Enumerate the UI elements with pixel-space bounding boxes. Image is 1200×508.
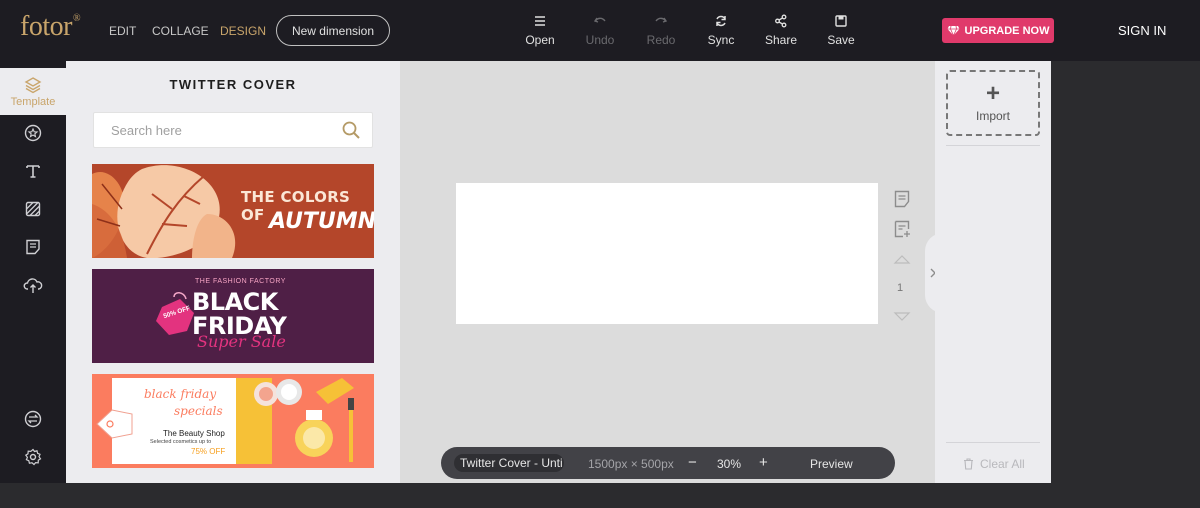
share-button[interactable]: Share: [757, 14, 805, 47]
beauty-off: 75% OFF: [191, 447, 226, 456]
rail-elements[interactable]: [0, 124, 66, 142]
panel-title: TWITTER COVER: [169, 77, 297, 92]
rail-background[interactable]: [0, 200, 66, 218]
bf-super-sale: Super Sale: [197, 332, 286, 351]
save-icon: [835, 15, 847, 27]
canvas-dimensions: 1500px × 500px: [588, 457, 674, 471]
chevron-up-icon: [893, 255, 911, 264]
logo-registered-mark: ®: [72, 13, 81, 24]
text-icon: [26, 165, 40, 178]
rail-adjust[interactable]: [0, 410, 66, 428]
top-bar: fotor® EDIT COLLAGE DESIGN New dimension…: [0, 0, 1200, 61]
undo-label: Undo: [585, 33, 615, 47]
open-label: Open: [525, 33, 555, 47]
divider: [946, 442, 1040, 443]
artboard[interactable]: [456, 183, 878, 324]
bottom-strip: [0, 483, 1051, 508]
canvas-area: 1: [400, 61, 945, 483]
upgrade-label: UPGRADE NOW: [964, 24, 1050, 37]
template-panel: TWITTER COVER THE COLORS OF AUTUMN: [66, 61, 400, 483]
redo-button[interactable]: Redo: [637, 14, 685, 47]
cloud-upload-icon: [23, 278, 43, 293]
redo-icon: [655, 17, 668, 23]
bottom-toolbar: Twitter Cover - Unti 1500px × 500px − 30…: [441, 447, 895, 479]
redo-label: Redo: [646, 33, 676, 47]
left-tool-rail: Template: [0, 61, 66, 483]
beauty-script2: specials: [174, 404, 223, 418]
template-search: [93, 112, 373, 148]
save-button[interactable]: Save: [817, 14, 865, 47]
autumn-line2: AUTUMN: [269, 209, 374, 234]
page-notes-button[interactable]: [893, 189, 911, 214]
undo-icon: [593, 17, 606, 23]
share-icon: [775, 14, 787, 28]
chevron-down-icon: [893, 312, 911, 321]
sync-label: Sync: [707, 33, 735, 47]
clear-all-label: Clear All: [980, 457, 1025, 471]
beauty-desc: Selected cosmetics up to: [150, 439, 212, 445]
page-up-button[interactable]: [893, 252, 911, 271]
plus-icon: +: [985, 80, 1000, 107]
template-beauty-shop[interactable]: black friday specials The Beauty Shop Se…: [92, 374, 374, 468]
bf-fashion-factory: THE FASHION FACTORY: [195, 278, 286, 285]
rail-template[interactable]: Template: [0, 68, 66, 115]
nav-edit[interactable]: EDIT: [109, 24, 136, 38]
undo-button[interactable]: Undo: [576, 14, 624, 47]
zoom-level: 30%: [717, 457, 742, 471]
diamond-icon: [947, 25, 960, 36]
open-button[interactable]: Open: [516, 14, 564, 47]
new-dimension-button[interactable]: New dimension: [276, 15, 390, 46]
rail-template-label: Template: [10, 96, 56, 108]
divider: [946, 145, 1040, 146]
sync-button[interactable]: Sync: [697, 14, 745, 47]
nav-collage[interactable]: COLLAGE: [152, 24, 209, 38]
clear-all-button[interactable]: Clear All: [963, 457, 1025, 471]
add-page-icon: [894, 220, 910, 238]
adjust-icon: [24, 410, 42, 428]
rail-settings[interactable]: [0, 448, 66, 466]
search-input[interactable]: [94, 113, 334, 147]
import-button[interactable]: + Import: [946, 70, 1040, 136]
fotor-app: fotor® EDIT COLLAGE DESIGN New dimension…: [0, 0, 1200, 508]
right-import-panel: + Import Clear All: [935, 61, 1051, 483]
fotor-logo[interactable]: fotor®: [20, 11, 81, 43]
zoom-in-button[interactable]: +: [759, 454, 768, 471]
template-autumn[interactable]: THE COLORS OF AUTUMN: [92, 164, 374, 258]
page-down-button[interactable]: [893, 310, 911, 329]
document-name[interactable]: Twitter Cover - Unti: [454, 454, 564, 472]
preview-button[interactable]: Preview: [810, 457, 853, 471]
beauty-shop-artwork: [92, 374, 374, 468]
search-icon[interactable]: [341, 120, 361, 140]
rail-upload[interactable]: [0, 276, 66, 294]
logo-text: fotor: [20, 11, 72, 42]
add-page-button[interactable]: [893, 219, 911, 244]
note-icon: [26, 239, 40, 255]
rail-notes[interactable]: [0, 238, 66, 256]
background-pattern-icon: [25, 201, 41, 217]
menu-icon: [535, 16, 545, 26]
trash-icon: [964, 458, 973, 470]
star-circle-icon: [24, 124, 42, 142]
page-number: 1: [897, 282, 904, 294]
import-label: Import: [975, 109, 1010, 123]
upgrade-now-button[interactable]: UPGRADE NOW: [942, 18, 1054, 43]
zoom-out-button[interactable]: −: [688, 454, 697, 471]
sync-icon: [716, 15, 726, 27]
right-dark-area: [1051, 61, 1200, 508]
template-black-friday[interactable]: THE FASHION FACTORY 50% OFF BLACK FRIDAY…: [92, 269, 374, 363]
sign-in-link[interactable]: SIGN IN: [1118, 23, 1166, 38]
gear-icon: [24, 448, 42, 466]
layers-icon: [24, 77, 42, 94]
beauty-script1: black friday: [144, 387, 217, 401]
rail-text[interactable]: [0, 162, 66, 180]
save-label: Save: [827, 33, 855, 47]
page-icon: [894, 190, 910, 208]
beauty-shop-name: The Beauty Shop: [163, 429, 225, 438]
share-label: Share: [764, 33, 798, 47]
nav-design[interactable]: DESIGN: [220, 24, 266, 38]
